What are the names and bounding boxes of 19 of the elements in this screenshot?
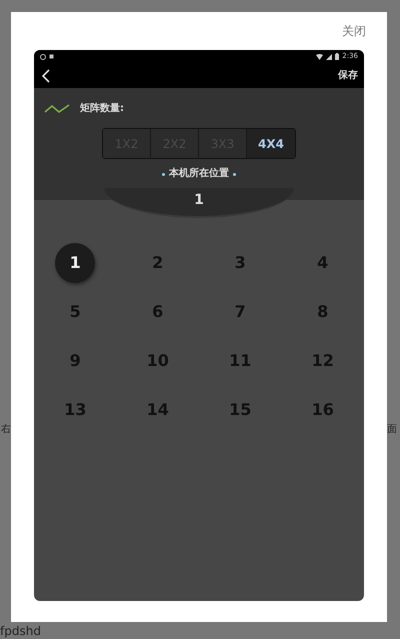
dot-icon [233,172,236,176]
signal-icon [326,54,332,60]
matrix-label: 矩阵数量: [80,104,124,114]
position-label: 本机所在位置 [169,169,229,179]
matrix-option[interactable]: 4X4 [247,129,295,158]
save-button[interactable]: 保存 [338,70,358,80]
background-text: fpdshd [0,624,41,636]
background-text: 面 [387,425,397,435]
position-value: 1 [194,191,204,210]
notification-icon [49,54,54,59]
app-icon [40,54,46,60]
battery-icon [335,53,340,60]
back-icon[interactable] [42,68,50,82]
close-button[interactable]: 关闭 [342,23,366,39]
wifi-icon [316,54,324,60]
background-text: 右 [1,425,11,435]
dot-icon [162,172,165,176]
line-chart-icon [44,104,70,114]
position-number[interactable]: 1 [55,242,96,282]
